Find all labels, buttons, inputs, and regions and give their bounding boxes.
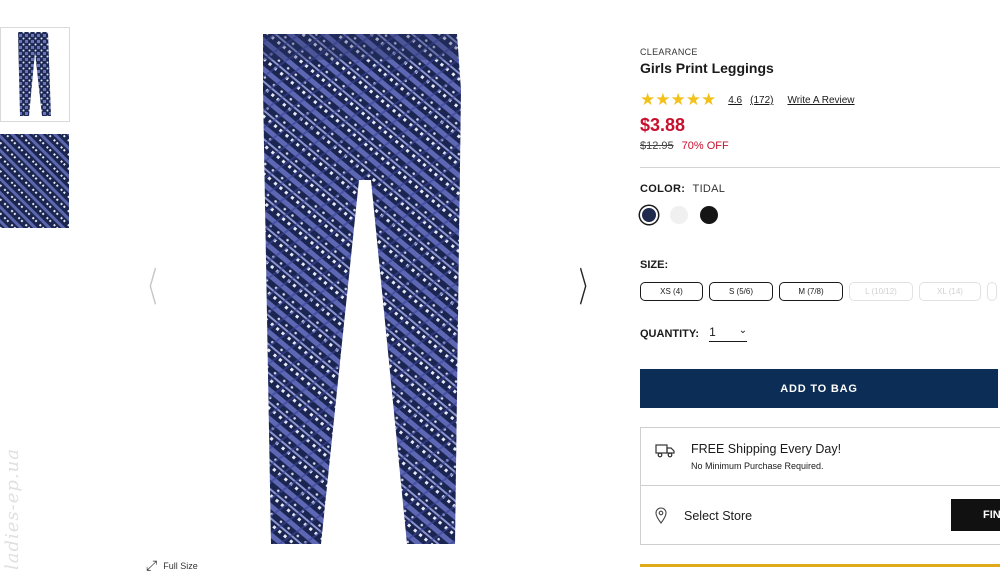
- previous-image-arrow-icon[interactable]: 〈: [139, 268, 157, 308]
- thumbnail-front[interactable]: [0, 27, 70, 122]
- size-option-s[interactable]: S (5/6): [709, 282, 773, 301]
- review-count-link[interactable]: (172): [750, 95, 773, 106]
- size-options: XS (4) S (5/6) M (7/8) L (10/12) XL (14): [640, 282, 997, 301]
- select-store-label: Select Store: [684, 509, 753, 523]
- leggings-thumbnail-image: [18, 32, 51, 116]
- size-option-more[interactable]: [987, 282, 997, 301]
- accent-bar: [640, 564, 1000, 567]
- quantity-value: 1: [709, 325, 716, 339]
- rating-row: ★★★★★ 4.6 (172) Write A Review: [640, 92, 855, 109]
- quantity-select[interactable]: 1 ⌄: [709, 325, 748, 342]
- color-value: TIDAL: [692, 183, 726, 195]
- size-option-xl[interactable]: XL (14): [919, 282, 981, 301]
- product-info-panel: CLEARANCE Girls Print Leggings ★★★★★ 4.6…: [640, 0, 1000, 574]
- select-store-row[interactable]: Select Store FIN: [641, 487, 1000, 545]
- size-option-m[interactable]: M (7/8): [779, 282, 843, 301]
- full-size-label: Full Size: [163, 561, 198, 571]
- swatch-white[interactable]: [670, 206, 688, 224]
- shipping-subtitle: No Minimum Purchase Required.: [691, 461, 824, 471]
- watermark: ladies-ep.ua: [2, 448, 23, 570]
- expand-icon: ⤢: [146, 558, 158, 574]
- star-rating-icon: ★★★★★: [640, 90, 717, 110]
- swatch-black[interactable]: [700, 206, 718, 224]
- color-swatches: [640, 206, 718, 224]
- swatch-tidal[interactable]: [640, 206, 658, 224]
- main-product-image[interactable]: [255, 30, 465, 550]
- shipping-title: FREE Shipping Every Day!: [691, 442, 842, 456]
- quantity-label: QUANTITY:: [640, 327, 700, 340]
- original-price-row: $12.95 70% OFF: [640, 140, 729, 152]
- size-option-l[interactable]: L (10/12): [849, 282, 913, 301]
- add-to-bag-button[interactable]: ADD TO BAG: [640, 369, 998, 408]
- rating-value-link[interactable]: 4.6: [728, 95, 742, 106]
- full-size-button[interactable]: ⤢ Full Size: [146, 558, 198, 574]
- size-option-xs[interactable]: XS (4): [640, 282, 703, 301]
- color-label: COLOR:: [640, 183, 686, 195]
- color-row: COLOR: TIDAL: [640, 183, 725, 195]
- size-label: SIZE:: [640, 259, 669, 271]
- sale-price: $3.88: [640, 115, 686, 135]
- write-review-link[interactable]: Write A Review: [787, 95, 854, 106]
- find-store-button[interactable]: FIN: [951, 499, 1000, 531]
- product-title: Girls Print Leggings: [640, 60, 774, 76]
- next-image-arrow-icon[interactable]: 〉: [579, 268, 597, 308]
- free-shipping-row: FREE Shipping Every Day! No Minimum Purc…: [641, 428, 1000, 486]
- discount-badge: 70% OFF: [681, 140, 729, 152]
- clearance-tag: CLEARANCE: [640, 47, 698, 57]
- quantity-row: QUANTITY: 1 ⌄: [640, 325, 748, 342]
- location-pin-icon: [655, 507, 667, 529]
- thumbnail-print-detail[interactable]: [0, 134, 69, 228]
- truck-icon: [655, 442, 675, 463]
- chevron-down-icon: ⌄: [738, 325, 748, 336]
- divider: [640, 167, 1000, 168]
- original-price: $12.95: [640, 140, 674, 152]
- print-detail-image: [0, 134, 69, 228]
- fulfillment-box: FREE Shipping Every Day! No Minimum Purc…: [640, 427, 1000, 545]
